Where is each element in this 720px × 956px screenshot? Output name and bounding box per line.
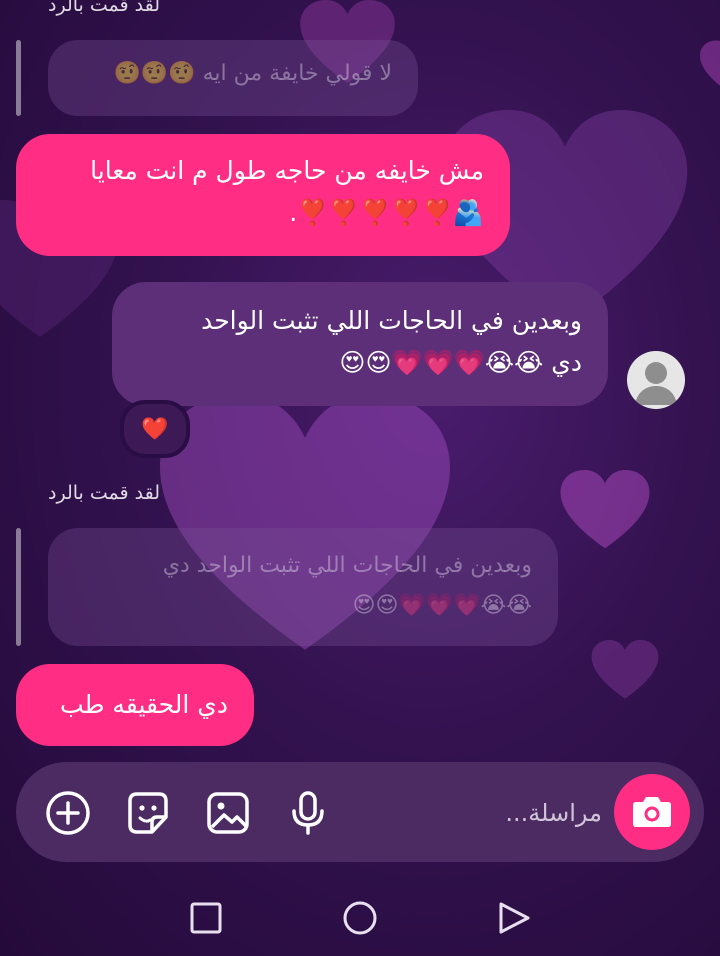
message-input[interactable]	[330, 790, 604, 836]
background-heart	[560, 470, 650, 550]
replied-label: لقد قمت بالرد	[48, 0, 160, 16]
sent-message[interactable]: دي الحقيقه طب	[16, 664, 254, 746]
received-message-line: دي 😭😭💗💗💗😍😍	[339, 348, 582, 377]
default-avatar-icon	[635, 362, 677, 405]
received-message-line: وبعدين في الحاجات اللي تثبت الواحد	[201, 306, 582, 335]
quoted-message-emoji: 🤨🤨🤨	[113, 61, 196, 86]
recents-icon[interactable]	[188, 900, 224, 936]
back-icon[interactable]	[496, 900, 532, 936]
quoted-message[interactable]: وبعدين في الحاجات اللي تثبت الواحد دي 😭😭…	[48, 528, 558, 646]
home-icon[interactable]	[342, 900, 378, 936]
plus-icon[interactable]	[44, 789, 92, 837]
received-message[interactable]: وبعدين في الحاجات اللي تثبت الواحد دي 😭😭…	[112, 282, 608, 406]
image-icon[interactable]	[204, 789, 252, 837]
heart-reaction-emoji: ❤️	[141, 416, 169, 442]
message-reaction[interactable]: ❤️	[120, 400, 190, 458]
quoted-message-line: وبعدين في الحاجات اللي تثبت الواحد دي	[162, 553, 532, 578]
background-heart	[700, 40, 720, 95]
quoted-message-line: 😭😭💗💗💗😍😍	[352, 593, 532, 618]
reply-indicator-bar	[16, 40, 21, 116]
sent-message-text: دي الحقيقه طب	[60, 690, 228, 719]
sticker-icon[interactable]	[124, 789, 172, 837]
sent-message-line: مش خايفه من حاجه طول م انت معايا	[90, 156, 484, 185]
mic-icon[interactable]	[284, 789, 332, 837]
camera-icon	[633, 797, 671, 827]
reply-indicator-bar	[16, 528, 21, 646]
background-heart	[590, 640, 660, 700]
avatar[interactable]	[627, 351, 685, 409]
camera-button[interactable]	[614, 774, 690, 850]
replied-label: لقد قمت بالرد	[48, 482, 160, 504]
sent-message-line: 🫂❣️❣️❣️❣️❣️.	[289, 198, 484, 227]
quoted-message[interactable]: لا قولي خايفة من ايه 🤨🤨🤨	[48, 40, 418, 116]
quoted-message-text: لا قولي خايفة من ايه	[202, 61, 392, 86]
sent-message[interactable]: مش خايفه من حاجه طول م انت معايا 🫂❣️❣️❣️…	[16, 134, 510, 256]
